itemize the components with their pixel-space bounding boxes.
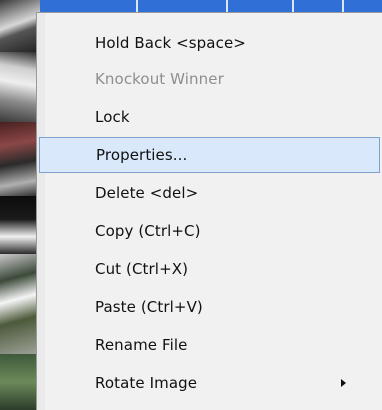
photo-thumbnail[interactable]	[0, 196, 40, 254]
menu-item-rename-file[interactable]: Rename File	[39, 327, 380, 363]
menu-item-cut[interactable]: Cut (Ctrl+X)	[39, 251, 380, 287]
menu-item-delete[interactable]: Delete <del>	[39, 175, 380, 211]
menu-item-lock[interactable]: Lock	[39, 99, 380, 135]
thumbnail-strip	[0, 0, 40, 410]
photo-thumbnail[interactable]	[0, 52, 40, 122]
menu-item-label: Properties...	[96, 146, 188, 164]
menu-item-label: Delete <del>	[95, 184, 199, 202]
menu-item-label: Hold Back <space>	[95, 34, 246, 52]
photo-thumbnail[interactable]	[0, 122, 40, 196]
chevron-right-icon	[341, 379, 346, 387]
photo-thumbnail[interactable]	[0, 0, 40, 52]
menu-item-rotate-image[interactable]: Rotate Image	[39, 365, 380, 401]
menu-item-hold-back[interactable]: Hold Back <space>	[39, 25, 380, 61]
context-menu: Hold Back <space> Knockout Winner Lock P…	[36, 12, 382, 410]
menu-item-label: Cut (Ctrl+X)	[95, 260, 189, 278]
menu-item-copy[interactable]: Copy (Ctrl+C)	[39, 213, 380, 249]
photo-thumbnail[interactable]	[0, 354, 40, 410]
menu-item-label: Lock	[95, 108, 130, 126]
menu-item-paste[interactable]: Paste (Ctrl+V)	[39, 289, 380, 325]
menu-item-knockout-winner: Knockout Winner	[39, 61, 380, 97]
screen: Hold Back <space> Knockout Winner Lock P…	[0, 0, 382, 410]
menu-item-label: Paste (Ctrl+V)	[95, 298, 203, 316]
menu-item-label: Rotate Image	[95, 374, 198, 392]
menu-item-properties[interactable]: Properties...	[39, 137, 380, 173]
photo-thumbnail[interactable]	[0, 254, 40, 354]
menu-item-label: Copy (Ctrl+C)	[95, 222, 201, 240]
menu-item-label: Rename File	[95, 336, 188, 354]
menu-item-label: Knockout Winner	[95, 70, 224, 88]
